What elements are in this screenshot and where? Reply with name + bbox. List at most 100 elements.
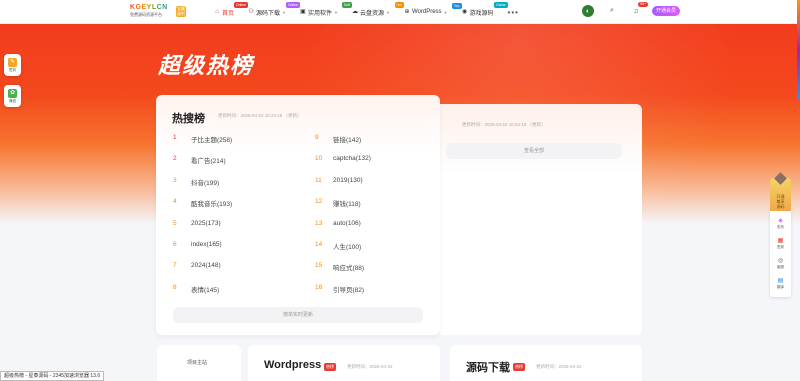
- rank-item[interactable]: 15 响应式(88): [315, 262, 371, 283]
- rank-item[interactable]: 4 酷我音乐(193): [173, 198, 232, 219]
- rank-item[interactable]: 3 抖音(199): [173, 177, 232, 198]
- rank-item[interactable]: 6 index(165): [173, 241, 232, 262]
- hot-badge: 热榜: [513, 363, 525, 371]
- chevron-down-icon: ▼: [334, 9, 338, 15]
- rank-item[interactable]: 2 看广告(214): [173, 155, 232, 176]
- float-label: 赚钱: [9, 98, 16, 103]
- card-title: 热搜榜: [172, 113, 205, 125]
- side-tool-label: 签到: [777, 245, 784, 249]
- chevron-down-icon: ▼: [443, 9, 448, 15]
- nav-item-2[interactable]: ▣ 实用软件 Soft ▼: [300, 1, 352, 17]
- rank-keyword: 2019(130): [333, 176, 363, 184]
- realtime-update-button[interactable]: 榜单实时更新: [173, 307, 423, 323]
- rank-number: 6: [173, 240, 177, 248]
- nav-item-3[interactable]: ☁ 云盘资源 Hot ▼: [351, 1, 404, 17]
- nav-item-5[interactable]: ◉ 游戏源码 Game: [462, 1, 508, 17]
- nav-item-icon: ⊕: [404, 9, 410, 15]
- rank-item[interactable]: 11 2019(130): [315, 177, 371, 198]
- nav-item-4[interactable]: ⊕ WordPress Wp ▼: [404, 3, 462, 15]
- side-tool-item[interactable]: ◈ 发布: [770, 214, 791, 234]
- nav-item-1[interactable]: ⚇ 源码下载 Online ▼: [248, 1, 300, 17]
- source-download-card: 源码下载 热榜 更新时间：2025-04-22: [450, 345, 642, 381]
- nav-item-0[interactable]: ⌂ 首页 Online: [214, 1, 249, 17]
- vip-promo[interactable]: 开通 尊享 源码: [770, 172, 791, 211]
- nav-item-label: 源码下载: [256, 10, 281, 17]
- chevron-down-icon: ▼: [282, 9, 286, 15]
- rank-number: 11: [315, 176, 322, 184]
- rank-column-1: 1 子比主题(258) 2 看广告(214) 3 抖音(199) 4 酷我音乐(193) 5 20…: [173, 134, 232, 305]
- rank-item[interactable]: 16 引导页(82): [315, 284, 371, 305]
- page-title: 超级热榜: [158, 53, 255, 78]
- rank-keyword: auto(106): [333, 219, 361, 227]
- theme-icon[interactable]: ◐: [581, 5, 594, 17]
- rank-keyword: 表情(145): [191, 286, 220, 294]
- nav-item-label: 云盘资源: [359, 10, 384, 17]
- nav-tag-badge: Game: [494, 1, 508, 8]
- secondary-rank-card: 更新时间：2025-04-22 10:24:19 （更新） 查看全部: [440, 104, 642, 335]
- more-menu-icon[interactable]: •••: [508, 8, 519, 17]
- checkin-float-button[interactable]: ✎ 签到: [4, 54, 21, 76]
- nav-item-icon: ☁: [351, 9, 358, 15]
- rank-number: 7: [173, 262, 177, 270]
- rank-number: 1: [173, 134, 177, 141]
- side-tools: ◈ 发布 ▦ 签到 ◎ 客服 ▤ 翻译: [770, 211, 791, 297]
- side-tool-icon: ▦: [777, 238, 784, 244]
- side-tool-label: 翻译: [777, 285, 784, 289]
- wordpress-card: Wordpress 热榜 更新时间：2025-04-22: [248, 345, 440, 381]
- rank-number: 3: [173, 176, 177, 184]
- rank-number: 12: [315, 198, 323, 206]
- right-floating-sidebar: 开通 尊享 源码 ◈ 发布 ▦ 签到 ◎ 客服 ▤ 翻译: [770, 172, 791, 297]
- rank-item[interactable]: 10 captcha(132): [315, 155, 371, 176]
- rank-item[interactable]: 9 链接(142): [315, 134, 371, 155]
- rank-keyword: captcha(132): [333, 155, 371, 163]
- side-tool-item[interactable]: ▦ 签到: [770, 234, 791, 254]
- side-tool-icon: ◈: [778, 218, 783, 224]
- nav-item-label: WordPress: [411, 9, 442, 15]
- rank-number: 13: [315, 219, 323, 227]
- nav-item-label: 实用软件: [308, 10, 333, 17]
- project-site-label[interactable]: 项目主站: [157, 359, 237, 366]
- side-tool-item[interactable]: ◎ 客服: [770, 254, 791, 274]
- nav-item-label: 游戏源码: [469, 10, 494, 17]
- float-label: 签到: [9, 67, 16, 72]
- site-logo[interactable]: KGEYLCN 免费源码资源平台 宝藏福利: [130, 4, 186, 20]
- browser-status-bar: 超级热榜 - 星泰源码 - 2345加速浏览器 13.6: [0, 371, 105, 381]
- rank-item[interactable]: 1 子比主题(258): [173, 134, 232, 155]
- flower-icon: ✿: [8, 88, 17, 98]
- rank-keyword: 引导页(82): [333, 286, 365, 294]
- side-tool-label: 客服: [777, 265, 784, 269]
- nav-item-label: 首页: [222, 10, 235, 17]
- view-all-button[interactable]: 查看全部: [446, 143, 622, 159]
- side-tool-label: 发布: [777, 225, 784, 229]
- search-icon[interactable]: ⌕: [606, 5, 618, 17]
- rank-item[interactable]: 14 人生(100): [315, 241, 371, 262]
- rank-number: 16: [315, 283, 323, 291]
- vip-button[interactable]: 开通会员: [651, 6, 680, 16]
- nav-tag-badge: Soft: [341, 1, 352, 8]
- bell-icon[interactable]: ♫ 99+: [630, 2, 648, 17]
- logo-badge: 宝藏福利: [176, 6, 186, 17]
- rank-item[interactable]: 8 表情(145): [173, 284, 232, 305]
- rank-keyword: 响应式(88): [333, 265, 365, 273]
- rank-keyword: 赚钱(118): [333, 201, 361, 209]
- rank-number: 9: [315, 134, 319, 141]
- rank-number: 2: [173, 155, 177, 163]
- rank-column-2: 9 链接(142) 10 captcha(132) 11 2019(130) 12 赚钱(11…: [315, 134, 371, 305]
- rank-item[interactable]: 12 赚钱(118): [315, 198, 371, 219]
- rank-keyword: 抖音(199): [191, 179, 220, 187]
- update-time: 更新时间：2025-04-22: [347, 364, 393, 369]
- rank-number: 10: [315, 155, 323, 163]
- earn-float-button[interactable]: ✿ 赚钱: [4, 85, 21, 107]
- rank-item[interactable]: 5 2025(173): [173, 220, 232, 241]
- rank-keyword: 看广告(214): [191, 158, 226, 166]
- rank-keyword: 酷我音乐(193): [191, 201, 233, 209]
- hot-search-card: 热搜榜 更新时间：2025-04-22 10:24:19 （更新） 1 子比主题(…: [156, 95, 440, 335]
- main-menu: ⌂ 首页 Online ⚇ 源码下载 Online ▼ ▣ 实用软件 Soft ▼ ☁ 云盘资源 Hot ▼…: [214, 0, 519, 24]
- hot-badge: 热榜: [324, 363, 336, 371]
- rank-item[interactable]: 7 2024(148): [173, 262, 232, 283]
- rank-keyword: 人生(100): [333, 243, 362, 251]
- rank-number: 8: [173, 283, 177, 291]
- side-tool-item[interactable]: ▤ 翻译: [770, 274, 791, 294]
- nav-tag-badge: Hot: [394, 1, 404, 8]
- rank-item[interactable]: 13 auto(106): [315, 220, 371, 241]
